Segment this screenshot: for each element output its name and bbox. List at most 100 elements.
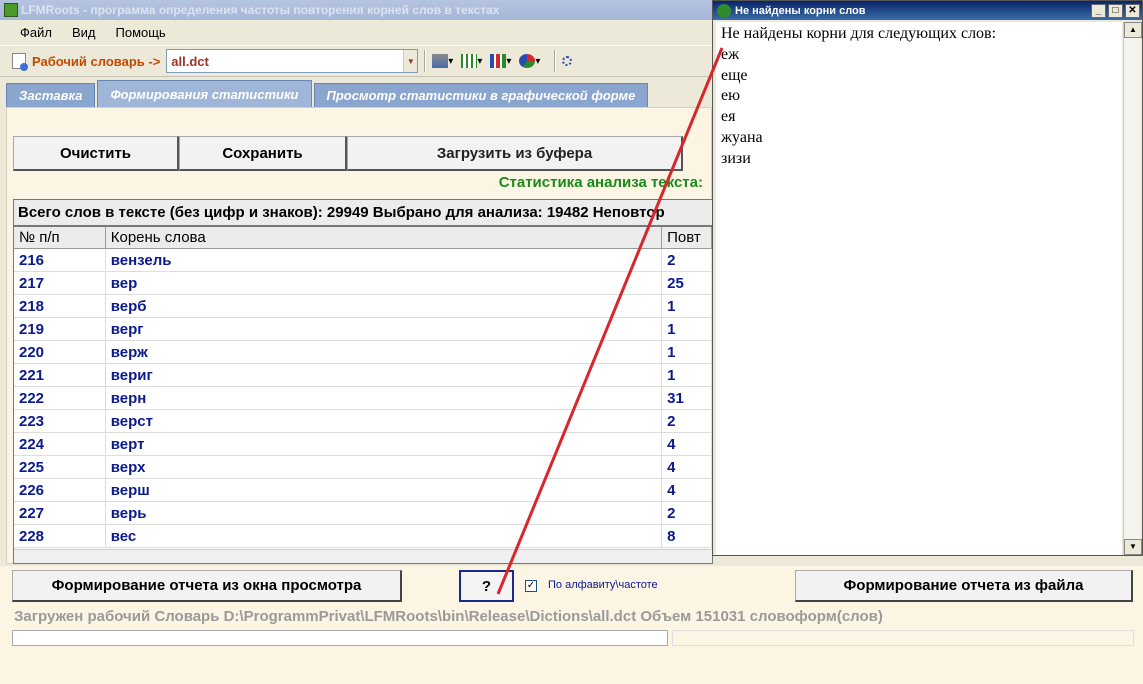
row-number: 223 xyxy=(14,410,106,432)
row-repeats: 1 xyxy=(662,364,712,386)
table-row[interactable]: 216 вензель 2 xyxy=(14,249,712,272)
printer-icon xyxy=(432,54,449,68)
row-number: 222 xyxy=(14,387,106,409)
table-row[interactable]: 220 верж 1 xyxy=(14,341,712,364)
table-button[interactable]: ▾ xyxy=(461,54,482,68)
tab-splash[interactable]: Заставка xyxy=(6,83,96,107)
row-repeats: 2 xyxy=(662,502,712,524)
window-controls: _ □ ✕ xyxy=(1091,3,1142,18)
table-row[interactable]: 224 верт 4 xyxy=(14,433,712,456)
maximize-icon[interactable]: □ xyxy=(1108,3,1123,18)
row-repeats: 4 xyxy=(662,456,712,478)
row-root: вер xyxy=(106,272,663,294)
row-root: вензель xyxy=(106,249,663,271)
row-number: 226 xyxy=(14,479,106,501)
row-repeats: 1 xyxy=(662,295,712,317)
row-root: верт xyxy=(106,433,663,455)
row-number: 224 xyxy=(14,433,106,455)
dictionary-value: all.dct xyxy=(171,53,209,69)
table-row[interactable]: 218 верб 1 xyxy=(14,295,712,318)
print-button[interactable]: ▾ xyxy=(432,54,453,68)
table-icon xyxy=(461,54,478,68)
row-repeats: 1 xyxy=(662,341,712,363)
table-row[interactable]: 228 вес 8 xyxy=(14,525,712,548)
sort-checkbox[interactable]: ✓ xyxy=(525,580,537,592)
table-row[interactable]: 225 верх 4 xyxy=(14,456,712,479)
help-button[interactable]: ? xyxy=(459,570,514,602)
sort-label: По алфавиту\частоте xyxy=(548,579,658,591)
row-repeats: 8 xyxy=(662,525,712,547)
horizontal-scrollbar[interactable] xyxy=(14,549,712,563)
tab-statistics[interactable]: Формирования статистики xyxy=(97,80,312,107)
scroll-down-icon[interactable]: ▼ xyxy=(1124,539,1142,555)
header-root[interactable]: Корень слова xyxy=(106,227,663,248)
vertical-scrollbar[interactable]: ▲ ▼ xyxy=(1123,22,1142,555)
load-from-buffer-button[interactable]: Загрузить из буфера xyxy=(347,136,683,171)
row-number: 218 xyxy=(14,295,106,317)
row-repeats: 31 xyxy=(662,387,712,409)
header-repeats[interactable]: Повт xyxy=(662,227,712,248)
report-from-file-button[interactable]: Формирование отчета из файла xyxy=(795,570,1133,602)
roots-table[interactable]: № п/п Корень слова Повт 216 вензель 2 217 ве… xyxy=(13,226,713,564)
bar-chart-button[interactable]: ▾ xyxy=(490,54,511,68)
row-repeats: 1 xyxy=(662,318,712,340)
pie-chart-button[interactable]: ▾ xyxy=(519,54,540,68)
scroll-up-icon[interactable]: ▲ xyxy=(1124,22,1142,38)
popup-title-bar: Не найдены корни слов _ □ ✕ xyxy=(713,1,1142,20)
tree-icon xyxy=(717,3,731,18)
row-number: 217 xyxy=(14,272,106,294)
dictionary-icon[interactable] xyxy=(12,53,28,71)
not-found-textarea[interactable]: Не найдены корни для следующих слов: еж … xyxy=(716,22,1122,555)
table-row[interactable]: 221 вериг 1 xyxy=(14,364,712,387)
not-found-window: Не найдены корни слов _ □ ✕ Не найдены к… xyxy=(712,0,1143,556)
row-repeats: 25 xyxy=(662,272,712,294)
row-number: 227 xyxy=(14,502,106,524)
table-row[interactable]: 226 верш 4 xyxy=(14,479,712,502)
table-row[interactable]: 223 верст 2 xyxy=(14,410,712,433)
window-title: LFMRoots - программа определения частоты… xyxy=(21,3,500,17)
bottom-bar: Формирование отчета из окна просмотра ? … xyxy=(0,566,1143,684)
toolbar: Рабочий словарь -> all.dct ▼ ▾ ▾ ▾ ▾ xyxy=(0,45,712,77)
table-row[interactable]: 227 верь 2 xyxy=(14,502,712,525)
settings-button[interactable] xyxy=(562,56,573,66)
close-icon[interactable]: ✕ xyxy=(1125,3,1140,18)
menu-bar: Файл Вид Помощь xyxy=(0,20,712,44)
row-root: верх xyxy=(106,456,663,478)
stat-title: Статистика анализа текста: xyxy=(498,174,703,191)
table-row[interactable]: 217 вер 25 xyxy=(14,272,712,295)
row-root: верб xyxy=(106,295,663,317)
header-number[interactable]: № п/п xyxy=(14,227,106,248)
row-root: верш xyxy=(106,479,663,501)
tab-graphics[interactable]: Просмотр статистики в графической форме xyxy=(313,83,649,107)
action-buttons: Очистить Сохранить Загрузить из буфера xyxy=(13,136,683,171)
progress-bar xyxy=(12,630,668,646)
row-repeats: 4 xyxy=(662,433,712,455)
tab-strip: Заставка Формирования статистики Просмот… xyxy=(0,79,712,107)
menu-view[interactable]: Вид xyxy=(72,25,96,40)
table-header: № п/п Корень слова Повт xyxy=(14,227,712,249)
table-row[interactable]: 219 верг 1 xyxy=(14,318,712,341)
chevron-down-icon[interactable]: ▼ xyxy=(403,50,418,72)
table-row[interactable]: 222 верн 31 xyxy=(14,387,712,410)
popup-title: Не найдены корни слов xyxy=(735,4,866,17)
row-repeats: 2 xyxy=(662,249,712,271)
dictionary-select[interactable]: all.dct ▼ xyxy=(166,49,419,73)
statistics-panel: Очистить Сохранить Загрузить из буфера С… xyxy=(6,107,713,564)
row-root: вес xyxy=(106,525,663,547)
summary-text: Всего слов в тексте (без цифр и знаков):… xyxy=(13,199,713,226)
row-number: 216 xyxy=(14,249,106,271)
menu-help[interactable]: Помощь xyxy=(116,25,166,40)
minimize-icon[interactable]: _ xyxy=(1091,3,1106,18)
gear-icon xyxy=(562,56,573,66)
row-repeats: 2 xyxy=(662,410,712,432)
table-body: 216 вензель 2 217 вер 25 218 верб 1 219 верг 1 220 ве… xyxy=(14,249,712,548)
report-from-view-button[interactable]: Формирование отчета из окна просмотра xyxy=(12,570,402,602)
row-root: верг xyxy=(106,318,663,340)
dictionary-label: Рабочий словарь -> xyxy=(32,53,161,69)
row-root: верж xyxy=(106,341,663,363)
menu-file[interactable]: Файл xyxy=(20,25,52,40)
pie-chart-icon xyxy=(519,54,536,68)
clear-button[interactable]: Очистить xyxy=(13,136,179,171)
save-button[interactable]: Сохранить xyxy=(179,136,347,171)
row-number: 221 xyxy=(14,364,106,386)
